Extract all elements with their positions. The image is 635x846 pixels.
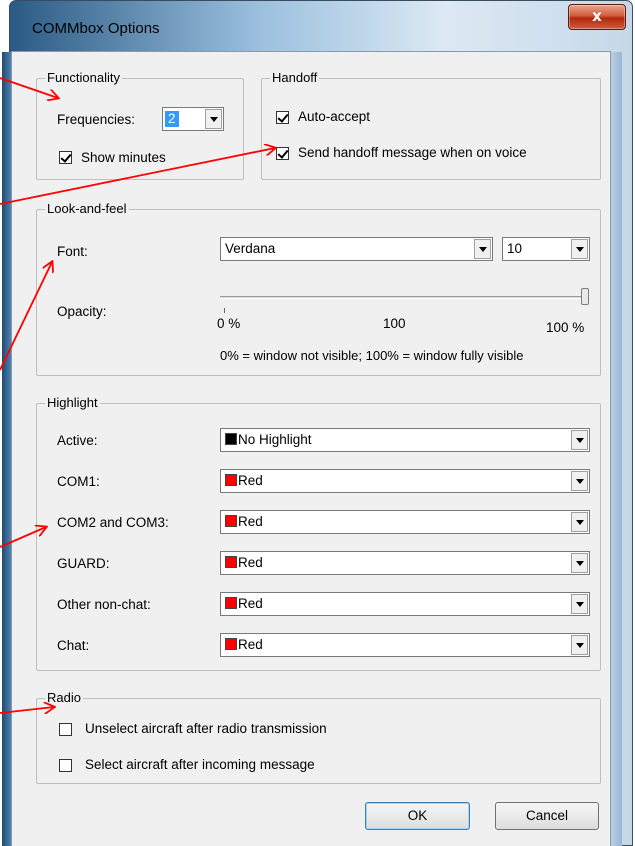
color-swatch-icon: [225, 515, 237, 527]
look-and-feel-group: Look-and-feel Font: Verdana 10 Opacity: …: [36, 201, 601, 376]
color-swatch-icon: [225, 638, 237, 650]
window-right-border: [611, 52, 622, 846]
highlight-color-text: No Highlight: [238, 432, 312, 447]
opacity-slider-thumb[interactable]: [581, 288, 589, 305]
chevron-down-icon[interactable]: [571, 471, 588, 491]
chevron-down-icon[interactable]: [474, 239, 491, 259]
highlight-color-select[interactable]: Red: [220, 551, 590, 575]
close-icon: x: [592, 7, 602, 25]
opacity-tick-0: [224, 308, 225, 313]
frequencies-label: Frequencies:: [57, 112, 136, 127]
highlight-row-label: Chat:: [57, 638, 90, 653]
highlight-title: Highlight: [45, 395, 100, 411]
send-handoff-message-checkbox[interactable]: [276, 147, 289, 160]
functionality-title: Functionality: [45, 70, 122, 86]
look-and-feel-title: Look-and-feel: [45, 201, 129, 217]
highlight-color-value: Red: [225, 514, 263, 530]
ok-button[interactable]: OK: [365, 802, 470, 830]
highlight-group: Highlight Active: No Highlight COM1: Red COM…: [36, 395, 601, 671]
frequencies-select[interactable]: 2: [162, 107, 224, 131]
opacity-slider-track[interactable]: [220, 296, 585, 299]
highlight-row-label: GUARD:: [57, 556, 110, 571]
font-size-value: 10: [507, 241, 523, 256]
opacity-label: Opacity:: [57, 304, 107, 319]
highlight-color-text: Red: [238, 596, 263, 611]
window-left-border: [2, 52, 11, 846]
auto-accept-checkbox[interactable]: [276, 111, 289, 124]
window-title: COMMbox Options: [32, 20, 160, 37]
highlight-color-text: Red: [238, 555, 263, 570]
highlight-color-value: Red: [225, 596, 263, 612]
highlight-color-value: No Highlight: [225, 432, 312, 448]
chevron-down-icon[interactable]: [571, 430, 588, 450]
opacity-note: 0% = window not visible; 100% = window f…: [220, 348, 524, 363]
font-select[interactable]: Verdana: [220, 237, 493, 261]
highlight-color-value: Red: [225, 555, 263, 571]
highlight-row-label: COM1:: [57, 474, 100, 489]
highlight-row-label: COM2 and COM3:: [57, 515, 169, 530]
highlight-color-text: Red: [238, 637, 263, 652]
show-minutes-label: Show minutes: [81, 150, 166, 165]
highlight-color-value: Red: [225, 637, 263, 653]
radio-title: Radio: [45, 690, 83, 706]
highlight-color-select[interactable]: Red: [220, 469, 590, 493]
highlight-color-select[interactable]: Red: [220, 510, 590, 534]
handoff-title: Handoff: [270, 70, 320, 86]
color-swatch-icon: [225, 433, 237, 445]
color-swatch-icon: [225, 556, 237, 568]
highlight-row-label: Other non-chat:: [57, 597, 151, 612]
send-handoff-message-label: Send handoff message when on voice: [298, 145, 527, 160]
color-swatch-icon: [225, 474, 237, 486]
highlight-row-label: Active:: [57, 433, 98, 448]
opacity-tick-label-100-percent: 100 %: [546, 320, 585, 335]
font-size-select[interactable]: 10: [502, 237, 590, 261]
chevron-down-icon[interactable]: [571, 239, 588, 259]
cancel-button[interactable]: Cancel: [495, 802, 599, 830]
close-button[interactable]: x: [568, 4, 626, 30]
highlight-color-select[interactable]: Red: [220, 633, 590, 657]
select-aircraft-label: Select aircraft after incoming message: [85, 757, 315, 772]
font-value: Verdana: [225, 241, 276, 256]
font-label: Font:: [57, 244, 88, 259]
highlight-color-value: Red: [225, 473, 263, 489]
auto-accept-label: Auto-accept: [298, 109, 371, 124]
color-swatch-icon: [225, 597, 237, 609]
title-bar[interactable]: COMMbox Options x: [10, 1, 632, 53]
chevron-down-icon[interactable]: [571, 553, 588, 573]
chevron-down-icon[interactable]: [571, 635, 588, 655]
unselect-aircraft-label: Unselect aircraft after radio transmissi…: [85, 721, 327, 736]
functionality-group: Functionality Frequencies: 2 Show minute…: [36, 70, 244, 180]
radio-group: Radio Unselect aircraft after radio tran…: [36, 690, 601, 784]
highlight-color-select[interactable]: No Highlight: [220, 428, 590, 452]
chevron-down-icon[interactable]: [571, 512, 588, 532]
highlight-color-select[interactable]: Red: [220, 592, 590, 616]
frequencies-value: 2: [165, 111, 179, 127]
opacity-tick-label-100: 100: [383, 316, 406, 331]
dialog-client-area: Functionality Frequencies: 2 Show minute…: [11, 51, 611, 846]
handoff-group: Handoff Auto-accept Send handoff message…: [261, 70, 601, 180]
unselect-aircraft-checkbox[interactable]: [59, 723, 72, 736]
select-aircraft-checkbox[interactable]: [59, 759, 72, 772]
show-minutes-checkbox[interactable]: [59, 151, 72, 164]
opacity-tick-label-0: 0 %: [217, 316, 241, 331]
highlight-color-text: Red: [238, 473, 263, 488]
highlight-color-text: Red: [238, 514, 263, 529]
chevron-down-icon[interactable]: [205, 109, 222, 129]
chevron-down-icon[interactable]: [571, 594, 588, 614]
